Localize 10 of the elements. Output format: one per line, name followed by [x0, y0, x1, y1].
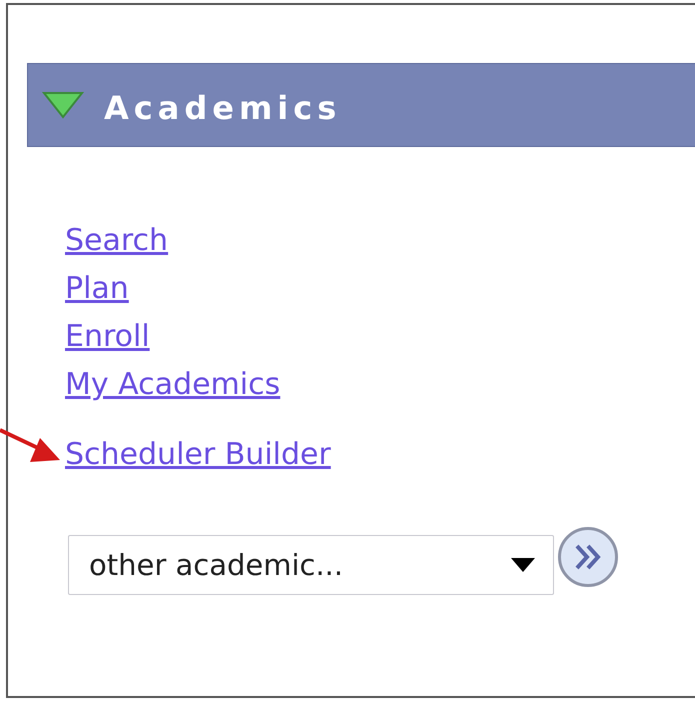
double-chevron-icon	[573, 543, 603, 571]
section-title: Academics	[104, 89, 342, 127]
dropdown[interactable]: other academic...	[68, 535, 554, 595]
nav-link[interactable]: Search	[65, 217, 168, 265]
nav-link[interactable]: Plan	[65, 265, 129, 313]
nav-link[interactable]: My Academics	[65, 361, 280, 409]
section-header[interactable]: Academics	[27, 63, 695, 147]
caret-icon	[511, 558, 535, 572]
nav-link[interactable]: Enroll	[65, 313, 150, 361]
nav-link[interactable]: Scheduler Builder	[65, 431, 331, 479]
